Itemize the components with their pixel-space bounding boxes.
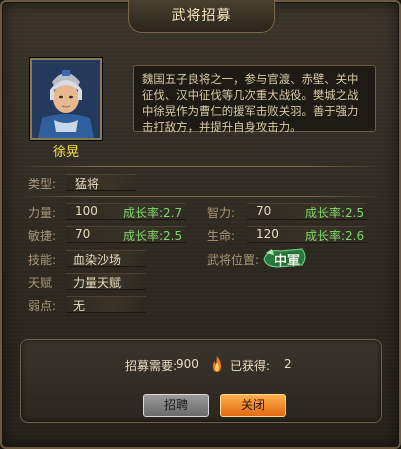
strength-label: 力量: — [28, 206, 57, 220]
talent-label: 天赋 — [28, 276, 53, 290]
close-button[interactable]: 关闭 — [220, 394, 286, 417]
strength-value: 100 — [75, 204, 98, 218]
weakness-value: 无 — [73, 299, 86, 313]
divider — [20, 196, 382, 197]
recruit-need-label: 招募需要: — [125, 359, 178, 373]
strength-rate: 成长率:2.7 — [123, 206, 183, 220]
dialog-title: 武将招募 — [128, 0, 275, 33]
flame-icon — [213, 356, 221, 372]
life-value: 120 — [256, 227, 279, 241]
weakness-label: 弱点: — [28, 299, 57, 313]
recruit-owned-value: 2 — [284, 357, 292, 371]
recruit-need-value: 900 — [176, 357, 199, 371]
intellect-label: 智力: — [207, 206, 236, 220]
position-badge: 中軍 — [262, 247, 308, 269]
position-value: 中軍 — [274, 254, 301, 269]
type-label: 类型: — [28, 177, 57, 191]
life-label: 生命: — [207, 229, 236, 243]
skill-value[interactable]: 血染沙场 — [73, 251, 121, 268]
divider — [20, 166, 382, 167]
intellect-value: 70 — [256, 204, 272, 218]
intellect-rate: 成长率:2.5 — [305, 206, 365, 220]
recruit-owned-label: 已获得: — [230, 359, 271, 373]
general-name: 徐晃 — [52, 145, 79, 160]
recruit-button[interactable]: 招聘 — [143, 394, 209, 417]
general-portrait — [30, 58, 102, 140]
life-rate: 成长率:2.6 — [305, 229, 365, 243]
agility-value: 70 — [75, 227, 91, 241]
agility-rate: 成长率:2.5 — [123, 229, 183, 243]
type-value: 猛将 — [75, 177, 100, 191]
agility-label: 敏捷: — [28, 229, 57, 243]
position-label: 武将位置: — [207, 253, 260, 267]
skill-label: 技能: — [28, 253, 57, 267]
general-description: 魏国五子良将之一，参与官渡、赤壁、关中征伐、汉中征伐等几次重大战役。樊城之战中徐… — [133, 65, 376, 134]
talent-value[interactable]: 力量天赋 — [73, 274, 121, 291]
